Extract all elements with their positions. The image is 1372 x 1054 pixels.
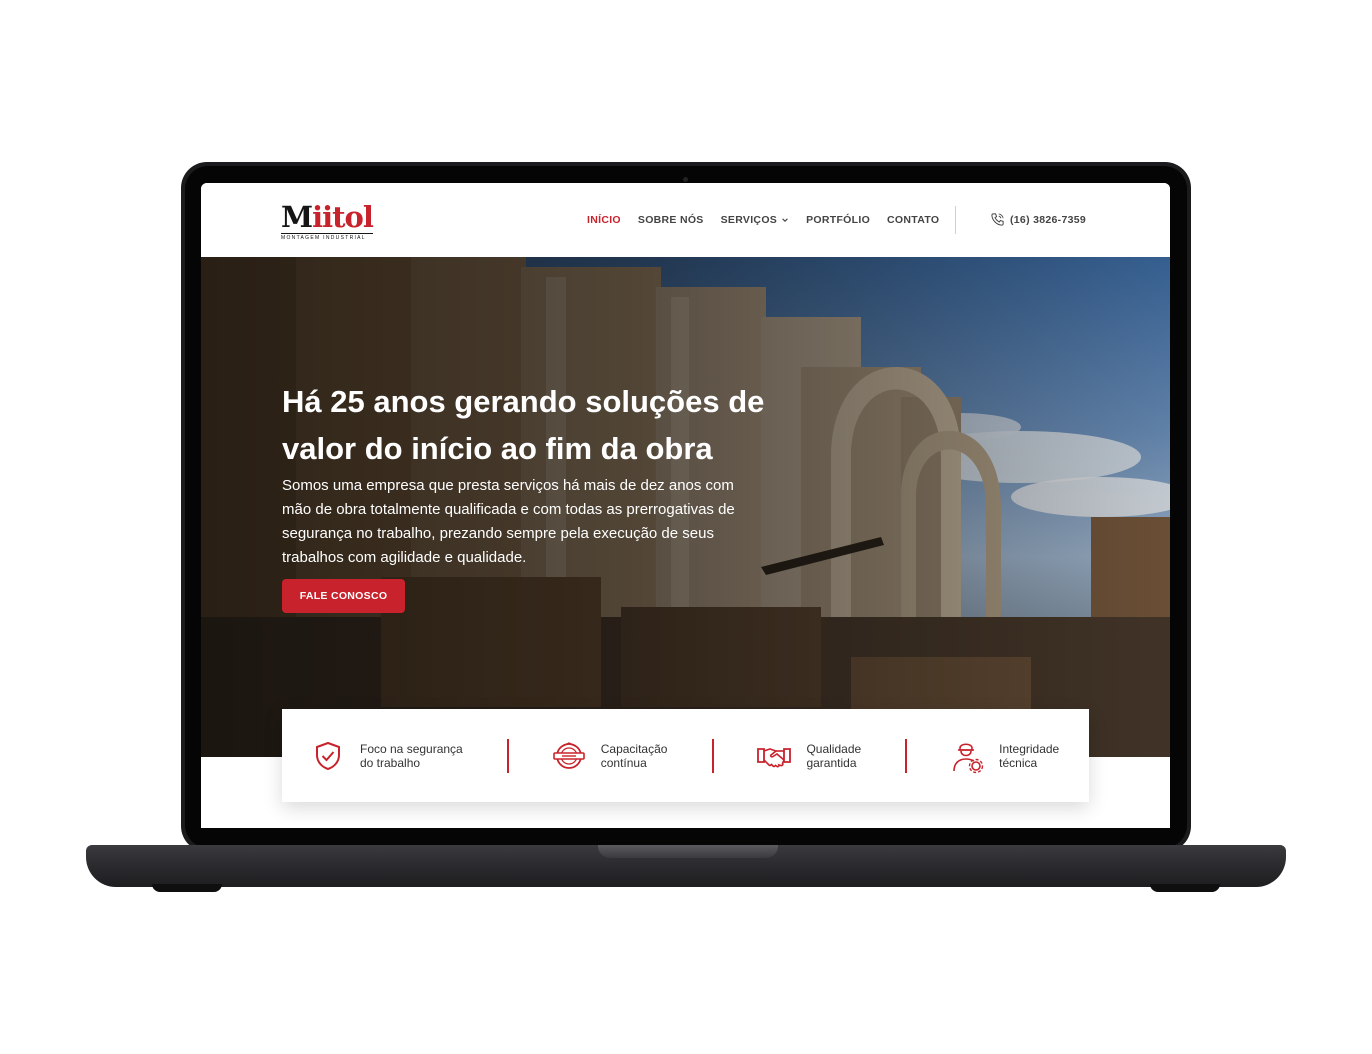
fale-conosco-button[interactable]: FALE CONOSCO xyxy=(282,579,405,613)
feature-seguranca: Foco na segurança do trabalho xyxy=(310,738,463,774)
laptop-notch xyxy=(598,845,778,858)
menu-item-contato[interactable]: CONTATO xyxy=(887,214,939,226)
phone-icon xyxy=(991,213,1004,226)
phone-number: (16) 3826-7359 xyxy=(1010,213,1087,226)
header: Miitol MONTAGEM INDUSTRIAL INÍCIO SOBRE … xyxy=(201,183,1170,257)
logo-tagline: MONTAGEM INDUSTRIAL xyxy=(281,233,373,241)
website-screen: Miitol MONTAGEM INDUSTRIAL INÍCIO SOBRE … xyxy=(201,183,1170,828)
phone-link[interactable]: (16) 3826-7359 xyxy=(990,212,1086,227)
shield-check-icon xyxy=(316,741,340,770)
feature-capacitacao: Capacitação contínua xyxy=(551,738,668,774)
feature-divider xyxy=(506,738,509,773)
main-menu: INÍCIO SOBRE NÓS SERVIÇOS PORTFÓLIO CONT… xyxy=(587,214,939,226)
handshake-icon xyxy=(757,747,792,767)
camera xyxy=(683,177,688,182)
menu-item-servicos[interactable]: SERVIÇOS xyxy=(721,214,789,226)
feature-label: Qualidade garantida xyxy=(806,741,862,770)
laptop-foot-right xyxy=(1150,884,1220,892)
feature-qualidade: Qualidade garantida xyxy=(756,738,861,774)
feature-divider xyxy=(905,738,908,773)
worker-gear-icon xyxy=(953,742,984,773)
menu-item-sobre-nos[interactable]: SOBRE NÓS xyxy=(638,214,704,226)
menu-item-inicio[interactable]: INÍCIO xyxy=(587,214,621,226)
features-bar: Foco na segurança do trabalho Capacitação… xyxy=(282,709,1089,802)
menu-item-portfolio[interactable]: PORTFÓLIO xyxy=(806,214,870,226)
hero-description: Somos uma empresa que presta serviços há… xyxy=(282,477,735,566)
laptop-foot-left xyxy=(152,884,222,892)
feature-label: Foco na segurança do trabalho xyxy=(360,741,463,770)
feature-divider xyxy=(712,738,715,773)
feature-integridade: Integridade técnica xyxy=(949,738,1059,774)
feature-label: Capacitação contínua xyxy=(600,741,668,770)
header-divider xyxy=(955,206,956,234)
feature-label: Integridade técnica xyxy=(999,741,1060,770)
logo[interactable]: Miitol MONTAGEM INDUSTRIAL xyxy=(281,200,374,241)
hero-section: Há 25 anos gerando soluções de valor do … xyxy=(201,257,1170,757)
training-badge-icon xyxy=(552,741,585,769)
logo-wordmark: Miitol xyxy=(281,200,374,234)
chevron-down-icon xyxy=(782,218,788,222)
hero-title: Há 25 anos gerando soluções de valor do … xyxy=(282,384,765,466)
